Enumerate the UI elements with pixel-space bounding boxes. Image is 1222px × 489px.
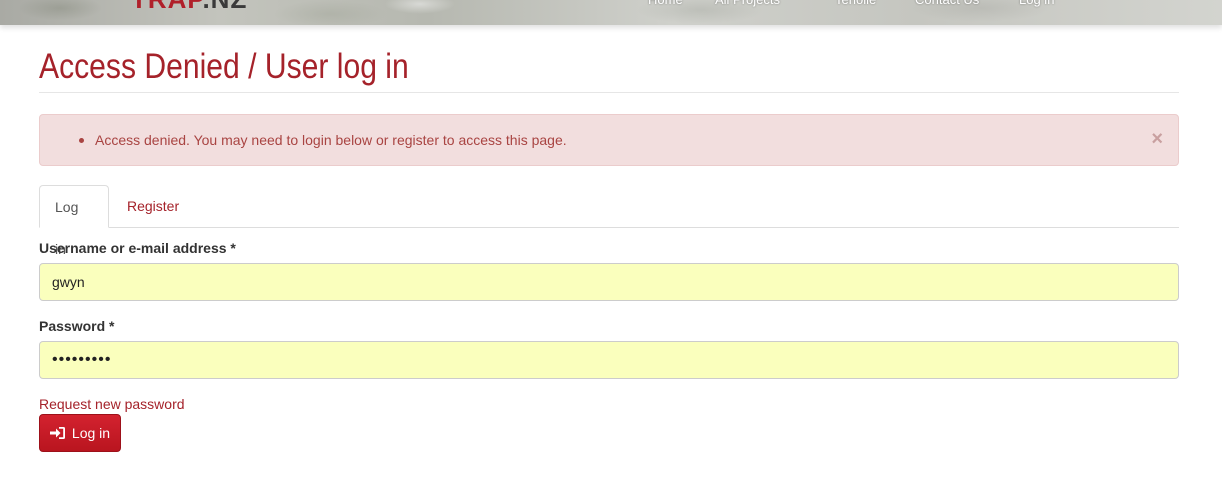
site-logo[interactable]: TRAP.NZ	[131, 0, 247, 14]
logo-text-part1: TRAP	[131, 0, 202, 14]
close-icon[interactable]: ×	[1151, 129, 1163, 149]
nav-item-home[interactable]: Home	[648, 0, 685, 9]
nav-item-contact-us[interactable]: Contact Us	[915, 0, 989, 9]
tab-log-in[interactable]: Log in	[39, 185, 109, 257]
username-label: Username or e-mail address *	[39, 240, 236, 256]
sign-in-icon	[49, 426, 66, 440]
main-nav: Home All Projects Tenolie Contact Us Log…	[648, 0, 1084, 9]
site-header: TRAP.NZ Home All Projects Tenolie Contac…	[0, 0, 1222, 25]
title-divider	[39, 92, 1179, 93]
log-in-button-label: Log in	[71, 425, 111, 441]
password-label: Password *	[39, 318, 114, 334]
log-in-button[interactable]: Log in	[39, 414, 121, 452]
username-input[interactable]	[39, 263, 1179, 301]
page-title: Access Denied / User log in	[39, 47, 409, 86]
bullet-icon	[79, 138, 84, 143]
nav-item-all-projects[interactable]: All Projects	[715, 0, 805, 9]
logo-text-part2: .NZ	[202, 0, 247, 14]
tab-register[interactable]: Register	[112, 185, 194, 227]
username-label-text: Username or e-mail address	[39, 240, 227, 256]
required-marker: *	[230, 240, 236, 256]
nav-item-log-in[interactable]: Log in	[1019, 0, 1054, 9]
password-label-text: Password	[39, 318, 106, 334]
login-tabs: Log in Register	[39, 185, 1179, 257]
alert-message: Access denied. You may need to login bel…	[95, 132, 567, 148]
required-marker: *	[109, 318, 115, 334]
password-input[interactable]	[39, 341, 1179, 379]
request-new-password-link[interactable]: Request new password	[39, 396, 185, 412]
nav-item-tenolie[interactable]: Tenolie	[835, 0, 885, 9]
error-alert: Access denied. You may need to login bel…	[39, 114, 1179, 166]
